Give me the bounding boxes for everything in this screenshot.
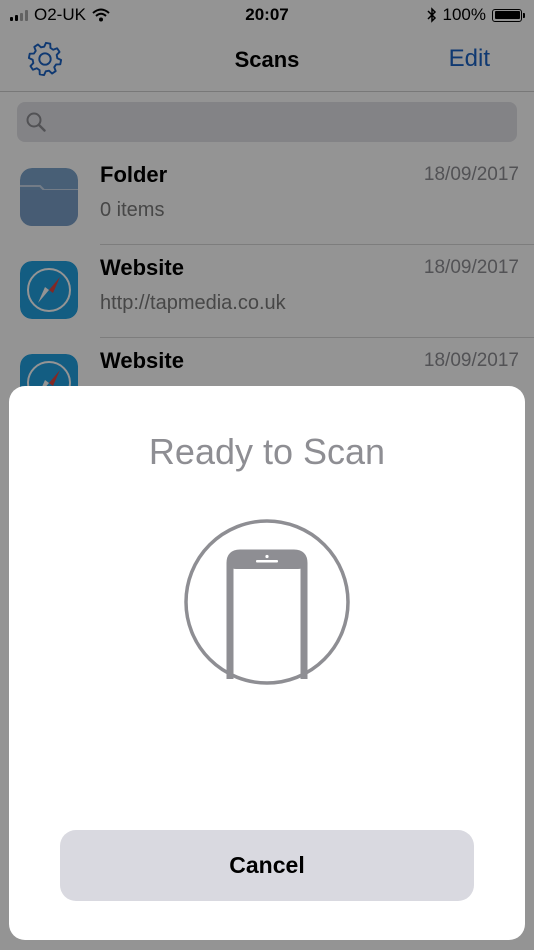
scan-sheet: Ready to Scan Cancel	[9, 386, 525, 940]
phone-icon	[184, 519, 350, 685]
cancel-button[interactable]: Cancel	[60, 830, 474, 901]
sheet-title: Ready to Scan	[148, 431, 386, 472]
